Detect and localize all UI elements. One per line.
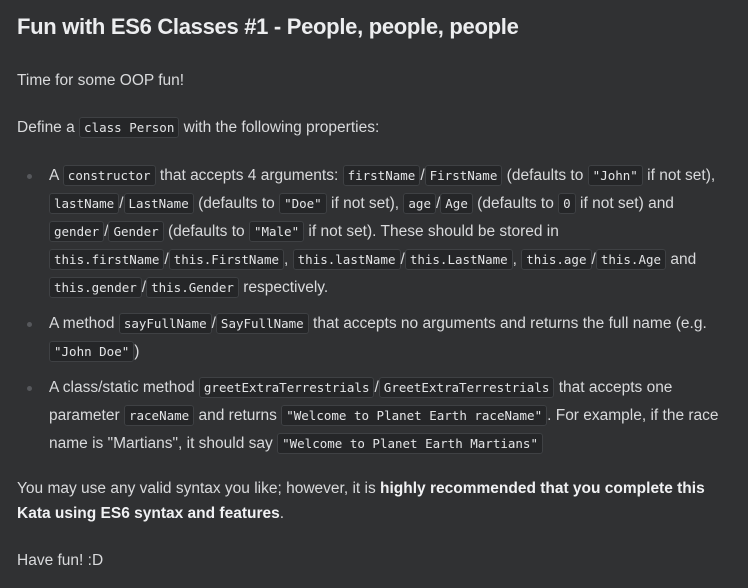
list-item-greet: A class/static method greetExtraTerrestr… — [27, 374, 734, 458]
text: A method — [49, 315, 115, 332]
text: (defaults to — [198, 195, 275, 212]
code-gender: gender — [49, 221, 105, 242]
code-greet-pascal: GreetExtraTerrestrials — [378, 377, 555, 398]
text: A class/static method — [49, 379, 195, 396]
page-title: Fun with ES6 Classes #1 - People, people… — [17, 14, 519, 39]
code-this-lastname-pascal: this.LastName — [404, 249, 513, 270]
list-item-say-full-name: A method sayFullName / SayFullName that ac… — [27, 310, 734, 366]
outro-paragraph: Have fun! :D — [17, 552, 104, 569]
code-this-firstname: this.firstName — [49, 249, 165, 270]
code-welcome-racename: "Welcome to Planet Earth raceName" — [281, 405, 548, 426]
define-text: Define a — [17, 119, 75, 136]
code-welcome-martians: "Welcome to Planet Earth Martians" — [277, 433, 543, 454]
code-male: "Male" — [248, 221, 305, 242]
text: You may use any valid syntax you like; h… — [17, 480, 376, 497]
code-lastname: lastName — [49, 193, 120, 214]
code-lastname-pascal: LastName — [123, 193, 194, 214]
code-this-lastname: this.lastName — [292, 249, 401, 270]
text: (defaults to — [167, 223, 245, 240]
code-zero: 0 — [558, 193, 576, 214]
syntax-paragraph: You may use any valid syntax you like; h… — [17, 476, 734, 526]
code-this-age-pascal: this.Age — [595, 249, 667, 270]
requirements-list: A constructor that accepts 4 arguments: … — [17, 162, 734, 458]
text: if not set) and — [580, 195, 674, 212]
text: that accepts no arguments and returns th… — [313, 315, 707, 332]
comma: , — [512, 251, 517, 268]
code-this-firstname-pascal: this.FirstName — [168, 249, 285, 270]
text: and returns — [198, 407, 277, 424]
class-person-code: class Person — [79, 117, 180, 138]
code-firstname: firstName — [342, 165, 421, 186]
code-age: age — [403, 193, 436, 214]
code-age-pascal: Age — [440, 193, 473, 214]
list-item-constructor: A constructor that accepts 4 arguments: … — [27, 162, 734, 302]
code-racename: raceName — [123, 405, 195, 426]
define-text: with the following properties: — [183, 119, 380, 136]
code-this-gender: this.gender — [49, 277, 142, 298]
text: that accepts 4 arguments: — [159, 167, 339, 184]
comma: , — [284, 251, 289, 268]
code-john-doe: "John Doe" — [49, 341, 135, 362]
text: ) — [134, 343, 140, 360]
text: and — [670, 251, 697, 268]
text: if not set), — [647, 167, 716, 184]
text: respectively. — [243, 279, 329, 296]
code-sayfullname: sayFullName — [118, 313, 212, 334]
text: A — [49, 167, 59, 184]
code-john: "John" — [587, 165, 643, 186]
code-greet: greetExtraTerrestrials — [198, 377, 375, 398]
code-sayfullname-pascal: SayFullName — [215, 313, 309, 334]
text: if not set), — [331, 195, 400, 212]
slash: / — [119, 195, 124, 212]
code-this-gender-pascal: this.Gender — [146, 277, 239, 298]
text: if not set). These should be stored in — [308, 223, 559, 240]
slash: / — [420, 167, 425, 184]
code-this-age: this.age — [521, 249, 592, 270]
code-gender-pascal: Gender — [108, 221, 164, 242]
text: . — [279, 505, 285, 522]
text: (defaults to — [477, 195, 554, 212]
define-paragraph: Define a class Person with the following… — [17, 115, 734, 140]
intro-paragraph: Time for some OOP fun! — [17, 72, 185, 89]
code-firstname-pascal: FirstName — [424, 165, 503, 186]
code-constructor: constructor — [62, 165, 156, 186]
code-doe: "Doe" — [279, 193, 327, 214]
text: (defaults to — [506, 167, 584, 184]
